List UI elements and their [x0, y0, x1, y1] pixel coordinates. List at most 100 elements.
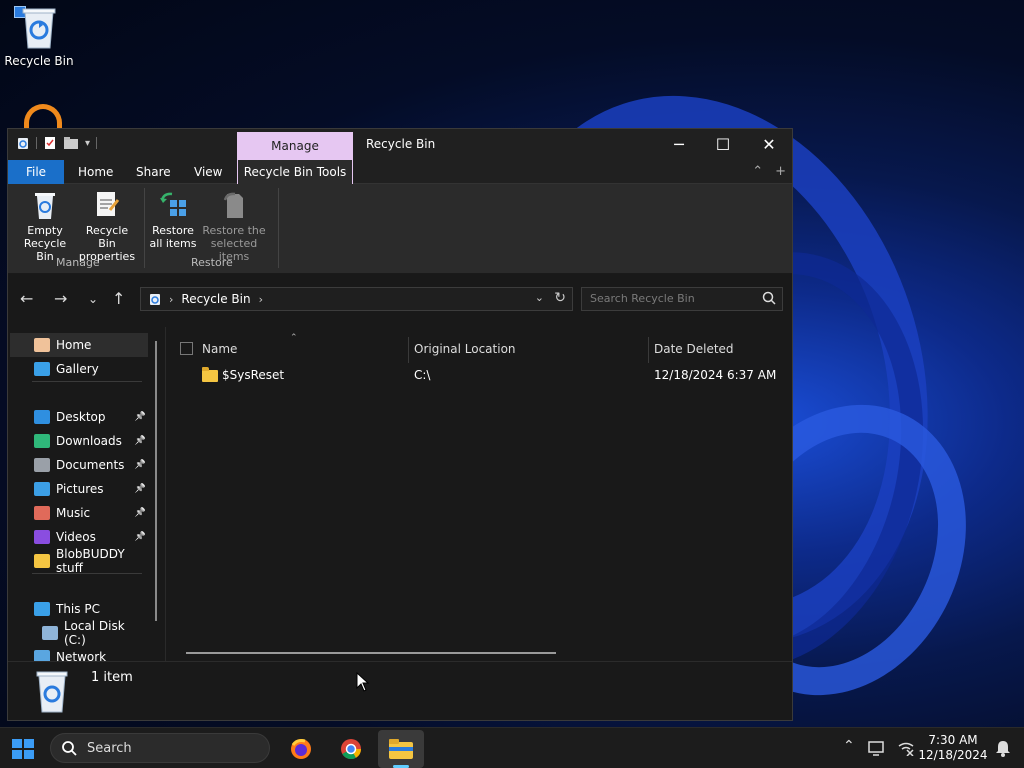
ribbon-separator: [278, 188, 279, 268]
file-explorer-app[interactable]: [378, 730, 424, 768]
sidebar-item-videos[interactable]: Videos 📌: [10, 525, 148, 549]
status-bar: 1 item: [8, 661, 792, 720]
sidebar-item-this-pc[interactable]: This PC: [10, 597, 148, 621]
title-bar[interactable]: ▾ Manage Recycle Bin ─ ☐ ✕: [8, 129, 792, 160]
pane-divider[interactable]: [165, 327, 166, 661]
desktop-icon-label: Recycle Bin: [4, 54, 74, 68]
sidebar-item-documents[interactable]: Documents 📌: [10, 453, 148, 477]
firefox-icon: [291, 739, 311, 759]
pin-icon[interactable]: 📌: [135, 532, 146, 542]
collapse-ribbon-icon[interactable]: ⌃: [752, 164, 763, 179]
tab-file[interactable]: File: [8, 160, 64, 184]
start-button[interactable]: [12, 739, 34, 759]
sidebar-item-music[interactable]: Music 📌: [10, 501, 148, 525]
empty-recycle-bin-button[interactable]: Empty Recycle Bin: [14, 190, 76, 263]
chevron-down-icon[interactable]: ⌄: [535, 291, 544, 304]
maximize-button[interactable]: ☐: [700, 129, 746, 160]
restore-selected-items-button[interactable]: Restore the selected items: [198, 190, 270, 263]
column-divider[interactable]: [648, 337, 649, 363]
address-bar-row: ← → ⌄ ↑ › Recycle Bin › ⌄ ↻ Search Recyc…: [8, 274, 792, 326]
chrome-app[interactable]: [328, 730, 374, 768]
ribbon-group-restore: Restore: [191, 256, 233, 269]
column-header-date-deleted[interactable]: Date Deleted: [654, 337, 734, 361]
recycle-bin-small-icon: [18, 138, 28, 149]
tab-share[interactable]: Share: [126, 160, 181, 184]
minimize-button[interactable]: ─: [656, 129, 702, 160]
breadcrumb[interactable]: Recycle Bin: [181, 292, 250, 306]
recycle-bin-properties-button[interactable]: Recycle Bin properties: [76, 190, 138, 263]
taskbar-search[interactable]: Search: [50, 733, 270, 763]
pictures-icon: [34, 482, 50, 496]
recycle-bin-icon: [19, 4, 59, 50]
select-all-checkbox[interactable]: [180, 342, 193, 355]
sidebar-item-label: Videos: [56, 530, 96, 544]
ribbon-label: Restore all items: [149, 224, 197, 250]
close-button[interactable]: ✕: [746, 129, 792, 160]
qat-dropdown-icon[interactable]: ▾: [85, 138, 90, 149]
up-button[interactable]: ↑: [112, 289, 125, 308]
sidebar-item-label: Local Disk (C:): [64, 619, 125, 647]
forward-button[interactable]: →: [54, 289, 67, 308]
music-icon: [34, 506, 50, 520]
pc-icon: [34, 602, 50, 616]
pin-icon[interactable]: 📌: [135, 484, 146, 494]
videos-icon: [34, 530, 50, 544]
restore-selected-icon: [219, 190, 249, 220]
pin-icon[interactable]: 📌: [135, 436, 146, 446]
sidebar-item-pictures[interactable]: Pictures 📌: [10, 477, 148, 501]
column-divider[interactable]: [408, 337, 409, 363]
column-header-name[interactable]: Name: [202, 337, 237, 361]
properties-icon[interactable]: [43, 136, 57, 150]
sidebar-item-label: Downloads: [56, 434, 122, 448]
sidebar-item-gallery[interactable]: Gallery: [10, 357, 148, 381]
system-clock[interactable]: 7:30 AM 12/18/2024: [916, 733, 990, 763]
sidebar-item-label: Desktop: [56, 410, 106, 424]
desktop-app-icon[interactable]: [24, 104, 62, 130]
column-header-original-location[interactable]: Original Location: [414, 337, 516, 361]
pin-icon[interactable]: 📌: [135, 412, 146, 422]
desktop-recycle-bin[interactable]: Recycle Bin: [4, 4, 74, 68]
sidebar-item-blobbuddy-stuff[interactable]: BlobBUDDY stuff: [10, 547, 148, 575]
address-bar[interactable]: › Recycle Bin › ⌄ ↻: [140, 287, 573, 311]
recycle-bin-small-icon: [150, 293, 160, 305]
tab-view[interactable]: View: [184, 160, 232, 184]
search-placeholder: Search Recycle Bin: [590, 292, 695, 305]
content-area: Home Gallery Desktop 📌 Downloads 📌 Documents 📌 P…: [8, 327, 792, 664]
sidebar-scrollbar[interactable]: [155, 341, 157, 621]
show-hidden-icons-chevron-icon[interactable]: ⌃: [843, 738, 855, 754]
contextual-tab-manage[interactable]: Manage: [237, 132, 353, 160]
search-input[interactable]: Search Recycle Bin: [581, 287, 783, 311]
sidebar-item-downloads[interactable]: Downloads 📌: [10, 429, 148, 453]
sidebar-divider: [32, 381, 142, 382]
mouse-cursor-icon: [356, 672, 370, 692]
sidebar-item-home[interactable]: Home: [10, 333, 148, 357]
sidebar-item-desktop[interactable]: Desktop 📌: [10, 405, 148, 429]
new-folder-icon[interactable]: [63, 136, 79, 150]
help-plus-icon[interactable]: +: [775, 164, 786, 179]
tab-recycle-bin-tools[interactable]: Recycle Bin Tools: [237, 160, 353, 184]
file-name: $SysReset: [222, 368, 285, 382]
breadcrumb-chevron-icon[interactable]: ›: [169, 293, 173, 306]
disk-icon: [42, 626, 58, 640]
notification-bell-icon[interactable]: [995, 739, 1011, 757]
pin-icon[interactable]: 📌: [135, 508, 146, 518]
file-explorer-window: ▾ Manage Recycle Bin ─ ☐ ✕ File Home Sha…: [7, 128, 793, 721]
recycle-bin-icon: [36, 671, 68, 713]
tab-home[interactable]: Home: [68, 160, 123, 184]
restore-all-items-button[interactable]: Restore all items: [142, 190, 204, 250]
breadcrumb-chevron-icon[interactable]: ›: [259, 293, 263, 306]
search-icon[interactable]: [762, 291, 776, 305]
recent-locations-icon[interactable]: ⌄: [88, 292, 98, 306]
network-muted-icon[interactable]: [897, 740, 915, 756]
display-icon[interactable]: [868, 740, 886, 756]
sidebar-item-local-disk-c[interactable]: Local Disk (C:): [10, 619, 148, 647]
horizontal-scrollbar[interactable]: [186, 652, 556, 654]
firefox-app[interactable]: [278, 730, 324, 768]
qat-separator: [96, 137, 98, 149]
search-icon: [62, 741, 77, 756]
table-row[interactable]: $SysReset C:\ 12/18/2024 6:37 AM: [168, 365, 788, 387]
refresh-icon[interactable]: ↻: [554, 290, 566, 306]
sidebar-item-label: Music: [56, 506, 91, 520]
back-button[interactable]: ←: [20, 289, 33, 308]
pin-icon[interactable]: 📌: [135, 460, 146, 470]
